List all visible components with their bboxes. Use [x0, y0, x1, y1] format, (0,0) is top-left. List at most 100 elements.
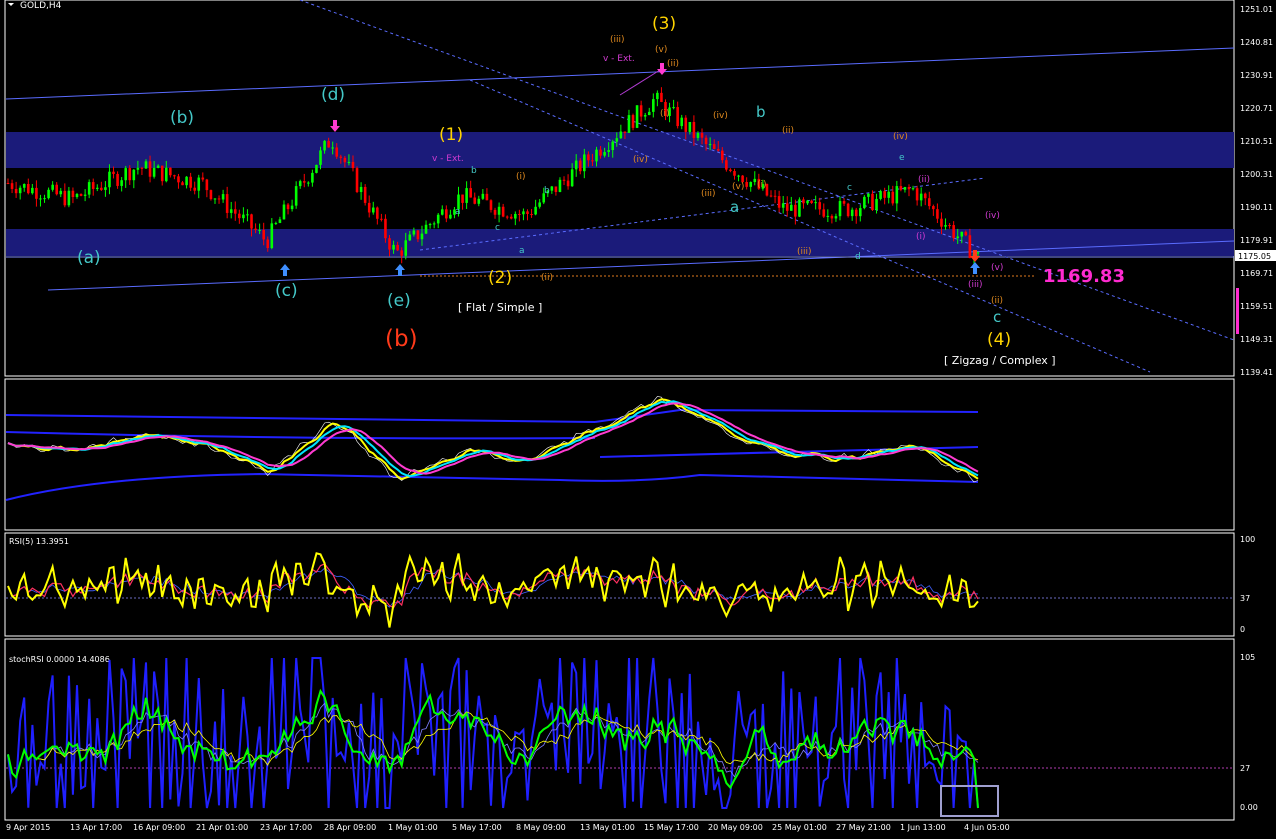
- candle-body: [915, 188, 919, 201]
- candle-body: [392, 244, 395, 250]
- price-marker: [1236, 288, 1239, 334]
- candle-body: [518, 213, 521, 215]
- candle-body: [562, 179, 566, 181]
- minor-label: (i): [916, 232, 926, 242]
- wave-label-(2): (2): [488, 268, 512, 288]
- candle-body: [298, 181, 302, 187]
- candle-body: [164, 167, 168, 182]
- candle-body: [550, 186, 554, 191]
- candle-body: [822, 209, 826, 217]
- candle-body: [887, 191, 891, 198]
- price-tick: 1251.01: [1240, 5, 1273, 14]
- candle-body: [834, 216, 838, 219]
- candle-body: [254, 228, 257, 231]
- minor-label: (v): [991, 263, 1003, 273]
- candle-body: [144, 161, 148, 169]
- minor-label: (ii): [918, 175, 930, 185]
- minor-label: (ii): [541, 273, 553, 283]
- candle-body: [806, 200, 809, 204]
- candle-body: [270, 223, 274, 249]
- candle-body: [233, 209, 237, 214]
- price-axis: 1251.01 1240.81 1230.91 1220.71 1210.51 …: [1235, 5, 1276, 377]
- price-tick: 1210.51: [1240, 137, 1273, 146]
- candle-body: [6, 183, 10, 184]
- candle-body: [611, 141, 615, 151]
- price-tick: 1200.31: [1240, 170, 1273, 179]
- candle-body: [497, 206, 501, 215]
- candle-body: [534, 206, 537, 215]
- stoch-level-105: 105: [1240, 653, 1255, 662]
- candle-body: [676, 107, 679, 127]
- candle-body: [509, 216, 513, 219]
- arrow-up-icon: [395, 264, 405, 276]
- candle-body: [35, 187, 38, 199]
- candle-body: [964, 231, 968, 236]
- candle-body: [440, 209, 444, 215]
- candle-body: [607, 150, 610, 153]
- candle-body: [104, 187, 107, 190]
- candle-body: [688, 122, 692, 132]
- candle-body: [331, 147, 334, 149]
- time-tick: 23 Apr 17:00: [260, 823, 312, 832]
- candle-body: [205, 179, 209, 191]
- candle-body: [842, 201, 846, 204]
- ma-mid-band: [5, 431, 596, 440]
- candle-body: [59, 190, 63, 195]
- candle-body: [250, 214, 253, 229]
- price-tick: 1230.91: [1240, 71, 1273, 80]
- candle-body: [696, 132, 700, 138]
- candle-body: [603, 152, 606, 156]
- candle-body: [396, 244, 399, 251]
- candle-body: [156, 165, 160, 168]
- candle-body: [854, 209, 858, 217]
- price-tick: 1220.71: [1240, 104, 1273, 113]
- stoch-title: stochRSI 0.0000 14.4086: [9, 655, 110, 664]
- minor-label: a: [519, 246, 525, 256]
- candle-body: [700, 132, 704, 138]
- price-tick: 1179.91: [1240, 236, 1273, 245]
- wave-label-(3): (3): [652, 14, 676, 34]
- rsi-lines: [7, 552, 979, 628]
- minor-label: b: [544, 186, 550, 196]
- price-tick: 1190.11: [1240, 203, 1273, 212]
- candle-body: [242, 214, 245, 219]
- stoch-lines: [7, 657, 979, 809]
- candle-body: [408, 234, 412, 241]
- target-price-label: 1169.83: [1043, 266, 1125, 287]
- candle-body: [412, 230, 416, 235]
- candle-body: [432, 223, 436, 225]
- candle-body: [777, 196, 781, 208]
- stoch-level-0: 0.00: [1240, 803, 1258, 812]
- candle-body: [745, 182, 748, 187]
- rsi-level-37: 37: [1240, 594, 1250, 603]
- candle-body: [376, 207, 379, 219]
- candle-body: [384, 218, 387, 239]
- candle-body: [716, 148, 720, 151]
- candle-body: [911, 188, 915, 190]
- arrow-up-icon: [970, 262, 980, 274]
- candle-body: [217, 198, 221, 200]
- candle-body: [181, 182, 184, 186]
- ma-upper-band: [5, 414, 596, 423]
- candle-body: [335, 147, 339, 157]
- candle-body: [343, 157, 347, 163]
- candle-body: [891, 191, 895, 204]
- chevron-down-icon[interactable]: [8, 3, 14, 6]
- candle-body: [39, 198, 42, 200]
- rsi-level-100: 100: [1240, 535, 1255, 544]
- candle-body: [197, 177, 201, 191]
- candle-body: [160, 165, 164, 182]
- minor-label: v - Ext.: [432, 154, 464, 164]
- minor-label: (ii): [782, 126, 794, 136]
- chart-window[interactable]: GOLD,H4 1251.01 1240.81 1230.91 1220.71 …: [0, 0, 1276, 839]
- candle-body: [465, 188, 468, 203]
- candle-body: [643, 115, 647, 117]
- candle-body: [493, 209, 497, 215]
- candle-body: [867, 193, 870, 197]
- candle-body: [940, 218, 943, 227]
- candle-body: [112, 171, 115, 174]
- candle-body: [355, 168, 359, 193]
- candle-body: [380, 218, 383, 220]
- candle-body: [152, 167, 156, 177]
- candle-body: [489, 200, 493, 210]
